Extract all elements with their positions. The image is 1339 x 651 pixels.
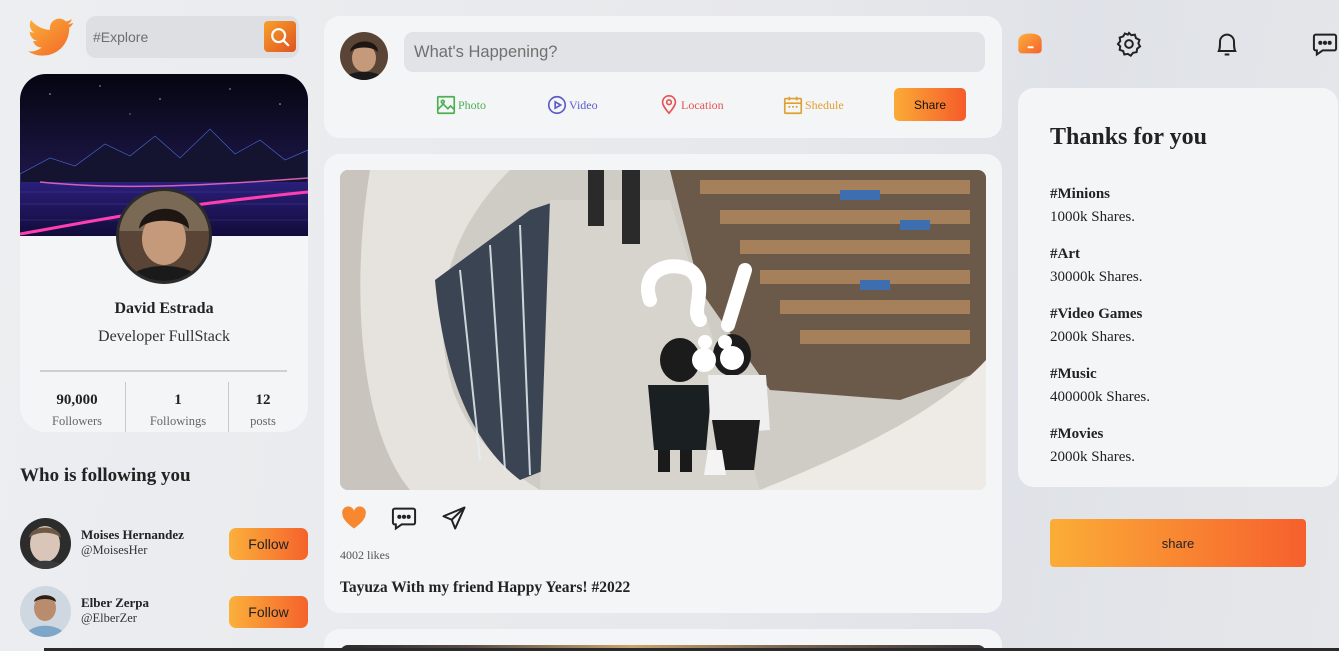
follower-handle: @ElberZer (81, 611, 137, 625)
share-button[interactable]: Share (894, 88, 966, 121)
follower-name: Moises Hernandez (81, 527, 184, 542)
trend-tag: #Music (1050, 366, 1097, 382)
photo-label: Photo (458, 97, 487, 112)
stat-followers[interactable]: 90,000 Followers (42, 392, 112, 429)
trend-item[interactable]: #Movies 2000k Shares. (1050, 426, 1135, 466)
who-following-title: Who is following you (20, 465, 191, 486)
calendar-icon (783, 96, 803, 115)
post-image[interactable] (340, 170, 986, 490)
send-icon (442, 506, 466, 530)
stat-value: 1 (174, 392, 182, 408)
like-count: 4002 likes (340, 548, 390, 562)
compose-input[interactable] (404, 32, 985, 72)
trend-shares: 2000k Shares. (1050, 329, 1135, 345)
follower-handle: @MoisesHer (81, 543, 148, 557)
stat-followings[interactable]: 1 Followings (142, 392, 214, 429)
stat-value: 90,000 (56, 392, 98, 408)
trends-panel: Thanks for you #Minions 1000k Shares. #A… (1018, 88, 1338, 487)
stat-label: Followings (149, 414, 207, 428)
share-button[interactable]: share (1050, 519, 1306, 567)
trend-tag: #Video Games (1050, 306, 1143, 322)
bell-icon[interactable] (1213, 30, 1241, 58)
avatar[interactable] (340, 32, 388, 80)
profile-role: Developer FullStack (98, 328, 230, 345)
trend-item[interactable]: #Minions 1000k Shares. (1050, 186, 1135, 226)
settings-icon[interactable] (1115, 30, 1143, 58)
home-icon[interactable] (1016, 30, 1044, 58)
heart-icon (342, 506, 366, 529)
trend-shares: 400000k Shares. (1050, 389, 1150, 405)
trends-title: Thanks for you (1050, 124, 1207, 150)
comment-button[interactable] (390, 504, 418, 532)
message-icon[interactable] (1311, 30, 1339, 58)
trend-item[interactable]: #Art 30000k Shares. (1050, 246, 1143, 286)
trend-tag: #Movies (1050, 426, 1104, 442)
comment-icon (391, 507, 417, 531)
stat-label: posts (250, 414, 276, 428)
photo-icon (436, 95, 456, 115)
follow-button[interactable]: Follow (229, 596, 308, 628)
video-option[interactable]: Video (546, 94, 598, 116)
divider (228, 382, 229, 432)
trend-item[interactable]: #Music 400000k Shares. (1050, 366, 1150, 406)
divider (40, 370, 287, 372)
trend-shares: 30000k Shares. (1050, 269, 1143, 285)
stat-value: 12 (255, 392, 271, 408)
search-icon (271, 27, 290, 46)
video-icon (547, 95, 567, 115)
schedule-option[interactable]: Shedule (782, 94, 844, 116)
post-caption: Tayuza With my friend Happy Years! #2022 (340, 579, 631, 596)
photo-option[interactable]: Photo (435, 94, 486, 116)
twitter-logo-icon[interactable] (26, 14, 76, 60)
location-label: Location (681, 97, 724, 112)
profile-name: David Estrada (114, 300, 214, 317)
schedule-label: Shedule (805, 97, 844, 112)
profile-avatar[interactable] (116, 188, 212, 284)
compose-box: Photo Video Location Shedule Share (324, 16, 1002, 138)
trend-shares: 1000k Shares. (1050, 209, 1135, 225)
follower-item: Moises Hernandez @MoisesHer Follow (20, 518, 310, 570)
search-input[interactable] (86, 16, 266, 58)
trend-shares: 2000k Shares. (1050, 449, 1135, 465)
stat-label: Followers (52, 414, 102, 428)
location-option[interactable]: Location (658, 94, 724, 116)
trend-tag: #Art (1050, 246, 1080, 262)
follower-name: Elber Zerpa (81, 595, 150, 610)
trend-item[interactable]: #Video Games 2000k Shares. (1050, 306, 1142, 346)
location-icon (661, 95, 677, 115)
avatar[interactable] (20, 518, 71, 569)
search-bar (86, 16, 299, 58)
follower-item: Elber Zerpa @ElberZer Follow (20, 586, 310, 638)
profile-card: David Estrada Developer FullStack 90,000… (20, 74, 308, 432)
stat-posts[interactable]: 12 posts (242, 392, 284, 429)
follow-button[interactable]: Follow (229, 528, 308, 560)
video-label: Video (569, 97, 598, 112)
like-button[interactable] (340, 504, 368, 532)
trend-tag: #Minions (1050, 186, 1111, 202)
left-sidebar: David Estrada Developer FullStack 90,000… (0, 0, 320, 651)
send-button[interactable] (440, 504, 468, 532)
post-card: 4002 likes Tayuza With my friend Happy Y… (324, 154, 1002, 613)
search-button[interactable] (264, 21, 296, 52)
divider (125, 382, 126, 432)
avatar[interactable] (20, 586, 71, 637)
